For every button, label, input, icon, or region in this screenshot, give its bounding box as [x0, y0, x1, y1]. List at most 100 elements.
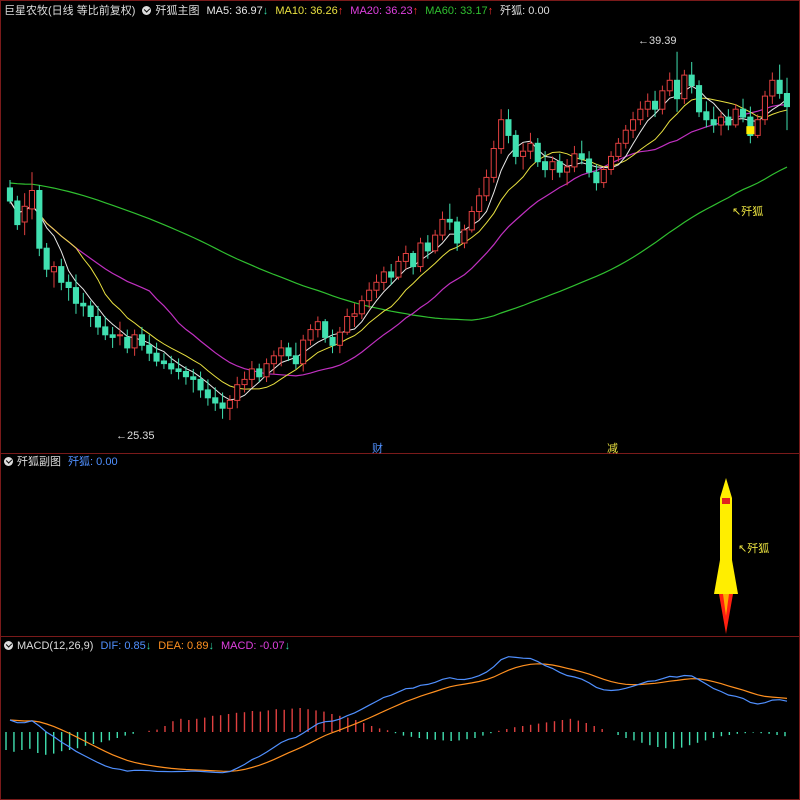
candle-up — [527, 142, 534, 152]
candle-down — [740, 108, 747, 118]
candle-down — [292, 355, 299, 365]
candle-down — [58, 266, 65, 283]
candle-up — [432, 234, 439, 252]
candle-down — [36, 190, 43, 249]
rocket-fin-left — [714, 560, 720, 594]
event-marker-finance[interactable]: 财 — [372, 440, 383, 456]
candle-down — [182, 371, 189, 378]
signal-marker — [746, 126, 755, 135]
candle-down — [14, 200, 21, 226]
candle-up — [234, 384, 241, 401]
candle-down — [710, 119, 717, 126]
candle-up — [549, 161, 556, 171]
candle-up — [600, 169, 607, 184]
ma5-line — [9, 85, 788, 401]
candle-down — [212, 397, 219, 404]
candle-up — [761, 95, 769, 121]
candle-up — [644, 100, 651, 110]
candle-down — [153, 352, 160, 362]
candle-up — [769, 79, 776, 97]
candle-up — [300, 339, 307, 365]
candle-down — [586, 158, 593, 173]
candle-down — [783, 93, 791, 108]
candle-up — [622, 129, 629, 144]
candle-up — [270, 355, 277, 365]
candle-down — [322, 321, 329, 338]
candle-up — [344, 316, 351, 333]
candle-down — [124, 336, 131, 349]
candle-down — [168, 363, 175, 370]
candle-up — [564, 166, 571, 173]
candle-down — [424, 242, 431, 252]
candle-down — [87, 305, 94, 317]
candle-up — [248, 368, 255, 380]
candle-down — [72, 287, 80, 304]
candle-down — [146, 344, 153, 354]
ma60-line — [9, 166, 788, 321]
candle-down — [593, 171, 600, 184]
candle-up — [366, 289, 373, 302]
candle-down — [197, 378, 204, 391]
rocket-nose — [720, 478, 732, 498]
rocket-fin-right — [732, 560, 738, 594]
candle-down — [534, 142, 541, 163]
candle-up — [395, 260, 402, 278]
candle-down — [285, 347, 292, 357]
candle-up — [439, 218, 446, 236]
candle-up — [681, 74, 688, 100]
high-price-marker: ←39.39 — [638, 35, 677, 47]
candle-down — [80, 302, 87, 307]
candle-up — [241, 378, 248, 386]
candle-up — [116, 334, 124, 337]
candle-up — [50, 266, 58, 273]
candle-down — [190, 376, 197, 380]
candle-up — [263, 363, 270, 378]
rocket-window — [722, 498, 730, 504]
dif-line — [9, 656, 788, 774]
candle-down — [542, 161, 549, 171]
candle-up — [28, 190, 35, 210]
candle-up — [498, 119, 505, 150]
candle-up — [402, 253, 409, 262]
candle-up — [468, 211, 475, 231]
candle-up — [666, 79, 673, 92]
candle-down — [6, 187, 13, 202]
candle-up — [483, 176, 490, 197]
sub-annotation: ↖歼狐 — [738, 543, 770, 555]
candle-up — [571, 153, 578, 168]
rocket-body — [720, 498, 732, 568]
main-annotation: ↖歼狐 — [732, 206, 764, 218]
candle-up — [615, 142, 622, 157]
kline-chart-svg — [5, 51, 791, 774]
candle-down — [102, 326, 109, 336]
candle-down — [688, 74, 695, 87]
low-price-marker: ←25.35 — [116, 430, 155, 442]
candle-up — [131, 334, 138, 349]
candle-down — [160, 360, 167, 365]
candle-up — [226, 399, 233, 409]
candle-down — [776, 79, 783, 94]
candle-up — [476, 195, 483, 213]
candle-down — [138, 334, 145, 346]
candle-down — [454, 221, 461, 244]
candle-up — [630, 119, 637, 131]
candle-down — [703, 111, 710, 121]
candle-up — [417, 242, 424, 268]
candle-up — [659, 90, 666, 110]
candle-down — [556, 161, 563, 173]
candle-down — [204, 389, 211, 399]
candle-down — [505, 119, 512, 136]
candle-down — [410, 253, 417, 268]
candle-up — [373, 281, 380, 291]
candle-up — [314, 321, 321, 331]
candle-down — [219, 402, 226, 409]
candle-up — [278, 347, 285, 357]
candle-up — [358, 300, 365, 315]
event-marker-reduce[interactable]: 减 — [607, 440, 618, 456]
candle-up — [637, 108, 644, 121]
candle-down — [256, 368, 263, 378]
candle-down — [512, 134, 519, 157]
candle-up — [520, 150, 527, 157]
candle-up — [336, 331, 343, 346]
candle-down — [329, 336, 336, 346]
